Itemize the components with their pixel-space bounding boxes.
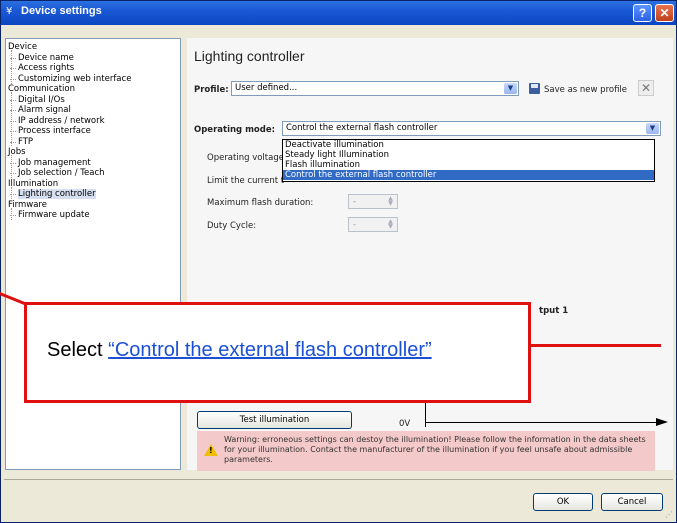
- app-icon: ¥: [6, 6, 13, 17]
- help-button[interactable]: ?: [633, 4, 652, 22]
- profile-select-value: User defined...: [235, 83, 298, 93]
- title-bar[interactable]: ¥ Device settings ? ✕: [1, 1, 676, 25]
- save-icon[interactable]: [529, 83, 540, 94]
- operating-mode-select[interactable]: Control the external flash controller ▼: [282, 121, 661, 136]
- output-label: tput 1: [539, 306, 569, 316]
- spinner-arrows-icon[interactable]: ▲ ▼: [385, 196, 396, 207]
- settings-tree[interactable]: Device Device name Access rights Customi…: [5, 38, 181, 470]
- tree-item-ip-address[interactable]: IP address / network: [10, 116, 105, 127]
- max-flash-duration-label: Maximum flash duration:: [207, 198, 314, 208]
- window-title: Device settings: [21, 5, 102, 17]
- profile-select[interactable]: User defined... ▼: [231, 81, 519, 96]
- save-as-new-profile-button[interactable]: Save as new profile: [544, 85, 627, 95]
- resize-grip-icon[interactable]: ⋰: [665, 510, 673, 519]
- tree-item-device-name[interactable]: Device name: [10, 53, 74, 64]
- chevron-down-icon[interactable]: ▼: [504, 83, 517, 94]
- operating-mode-label: Operating mode:: [194, 125, 276, 135]
- tree-item-firmware[interactable]: Firmware: [8, 200, 47, 211]
- instruction-callout: Select “Control the external flash contr…: [24, 302, 531, 403]
- tree-item-job-selection[interactable]: Job selection / Teach: [10, 168, 105, 179]
- page-title: Lighting controller: [194, 48, 305, 64]
- tree-item-alarm-signal[interactable]: Alarm signal: [10, 105, 71, 116]
- duty-cycle-value: -: [353, 220, 356, 229]
- max-flash-duration-value: -: [353, 197, 356, 206]
- option-flash-illumination[interactable]: Flash illumination: [283, 160, 654, 170]
- tree-item-process-interface[interactable]: Process interface: [10, 126, 91, 137]
- warning-icon: !: [204, 444, 218, 456]
- main-panel: Lighting controller: [187, 38, 673, 470]
- tree-item-illumination[interactable]: Illumination: [8, 179, 58, 190]
- cancel-button[interactable]: Cancel: [601, 493, 663, 511]
- tree-item-lighting-controller[interactable]: Lighting controller: [10, 189, 96, 200]
- callout-text: Select “Control the external flash contr…: [47, 339, 432, 362]
- callout-link[interactable]: “Control the external flash controller”: [108, 339, 431, 361]
- tree-item-device[interactable]: Device: [8, 42, 37, 53]
- warning-box: ! Warning: erroneous settings can destoy…: [197, 431, 655, 471]
- operating-mode-select-value: Control the external flash controller: [286, 123, 438, 133]
- callout-prefix: Select: [47, 339, 109, 361]
- limit-current-label: Limit the current t: [207, 176, 285, 186]
- callout-pointer-right: [531, 344, 661, 347]
- operating-mode-dropdown-list[interactable]: Deactivate illumination Steady light Ill…: [282, 139, 655, 182]
- warning-text: Warning: erroneous settings can destoy t…: [224, 435, 646, 464]
- tree-item-customizing-web-interface[interactable]: Customizing web interface: [9, 74, 131, 85]
- operating-voltage-label: Operating voltage: [207, 153, 284, 163]
- footer-separator: [4, 479, 673, 480]
- spinner-arrows-icon[interactable]: ▲ ▼: [385, 219, 396, 230]
- tree-item-access-rights[interactable]: Access rights: [9, 63, 74, 74]
- delete-profile-icon[interactable]: ✕: [638, 80, 654, 96]
- tree-item-digital-ios[interactable]: Digital I/Os: [10, 95, 65, 106]
- duty-cycle-input[interactable]: - ▲ ▼: [348, 217, 398, 232]
- tree-item-ftp[interactable]: FTP: [9, 137, 33, 148]
- chevron-down-icon[interactable]: ▼: [646, 123, 659, 134]
- tree-connector: [11, 155, 12, 178]
- tree-item-job-management[interactable]: Job management: [10, 158, 91, 169]
- option-steady-light[interactable]: Steady light Illumination: [283, 150, 654, 160]
- tree-item-firmware-update[interactable]: Firmware update: [10, 210, 90, 221]
- test-illumination-button[interactable]: Test illumination: [197, 411, 352, 429]
- close-button[interactable]: ✕: [655, 4, 674, 22]
- tree-item-communication[interactable]: Communication: [8, 84, 75, 95]
- max-flash-duration-input[interactable]: - ▲ ▼: [348, 194, 398, 209]
- signal-axis-horizontal: [425, 422, 657, 423]
- axis-zero-label: 0V: [399, 419, 411, 429]
- ok-button[interactable]: OK: [533, 493, 593, 511]
- tree-item-jobs[interactable]: Jobs: [8, 147, 26, 158]
- duty-cycle-label: Duty Cycle:: [207, 221, 257, 231]
- device-settings-window: ¥ Device settings ? ✕ Device Device name…: [0, 0, 677, 523]
- option-deactivate-illumination[interactable]: Deactivate illumination: [283, 140, 654, 150]
- profile-label: Profile:: [194, 85, 229, 95]
- option-control-external-flash[interactable]: Control the external flash controller: [283, 170, 654, 180]
- axis-arrow-icon: [656, 418, 668, 426]
